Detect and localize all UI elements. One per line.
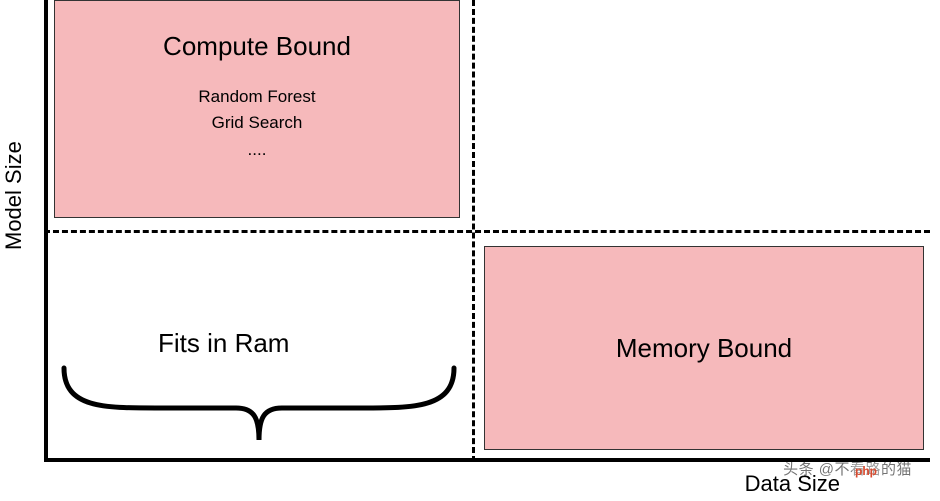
- y-axis-label: Model Size: [1, 141, 27, 250]
- compute-bound-title: Compute Bound: [55, 31, 459, 62]
- compute-bound-region: Compute Bound Random Forest Grid Search …: [54, 0, 460, 218]
- compute-bound-items: Random Forest Grid Search ....: [55, 84, 459, 163]
- fits-in-ram-label: Fits in Ram: [158, 328, 289, 359]
- compute-bound-item: Random Forest: [55, 84, 459, 110]
- watermark-text: 头条 @不看路的猫: [783, 458, 912, 479]
- compute-bound-item: ....: [55, 137, 459, 163]
- memory-bound-region: Memory Bound: [484, 246, 924, 450]
- compute-bound-item: Grid Search: [55, 110, 459, 136]
- memory-bound-title: Memory Bound: [616, 333, 792, 364]
- horizontal-divider: [44, 230, 930, 233]
- brace-icon: [56, 360, 462, 456]
- watermark-badge: php: [852, 463, 880, 479]
- quadrant-plot: Compute Bound Random Forest Grid Search …: [44, 0, 930, 462]
